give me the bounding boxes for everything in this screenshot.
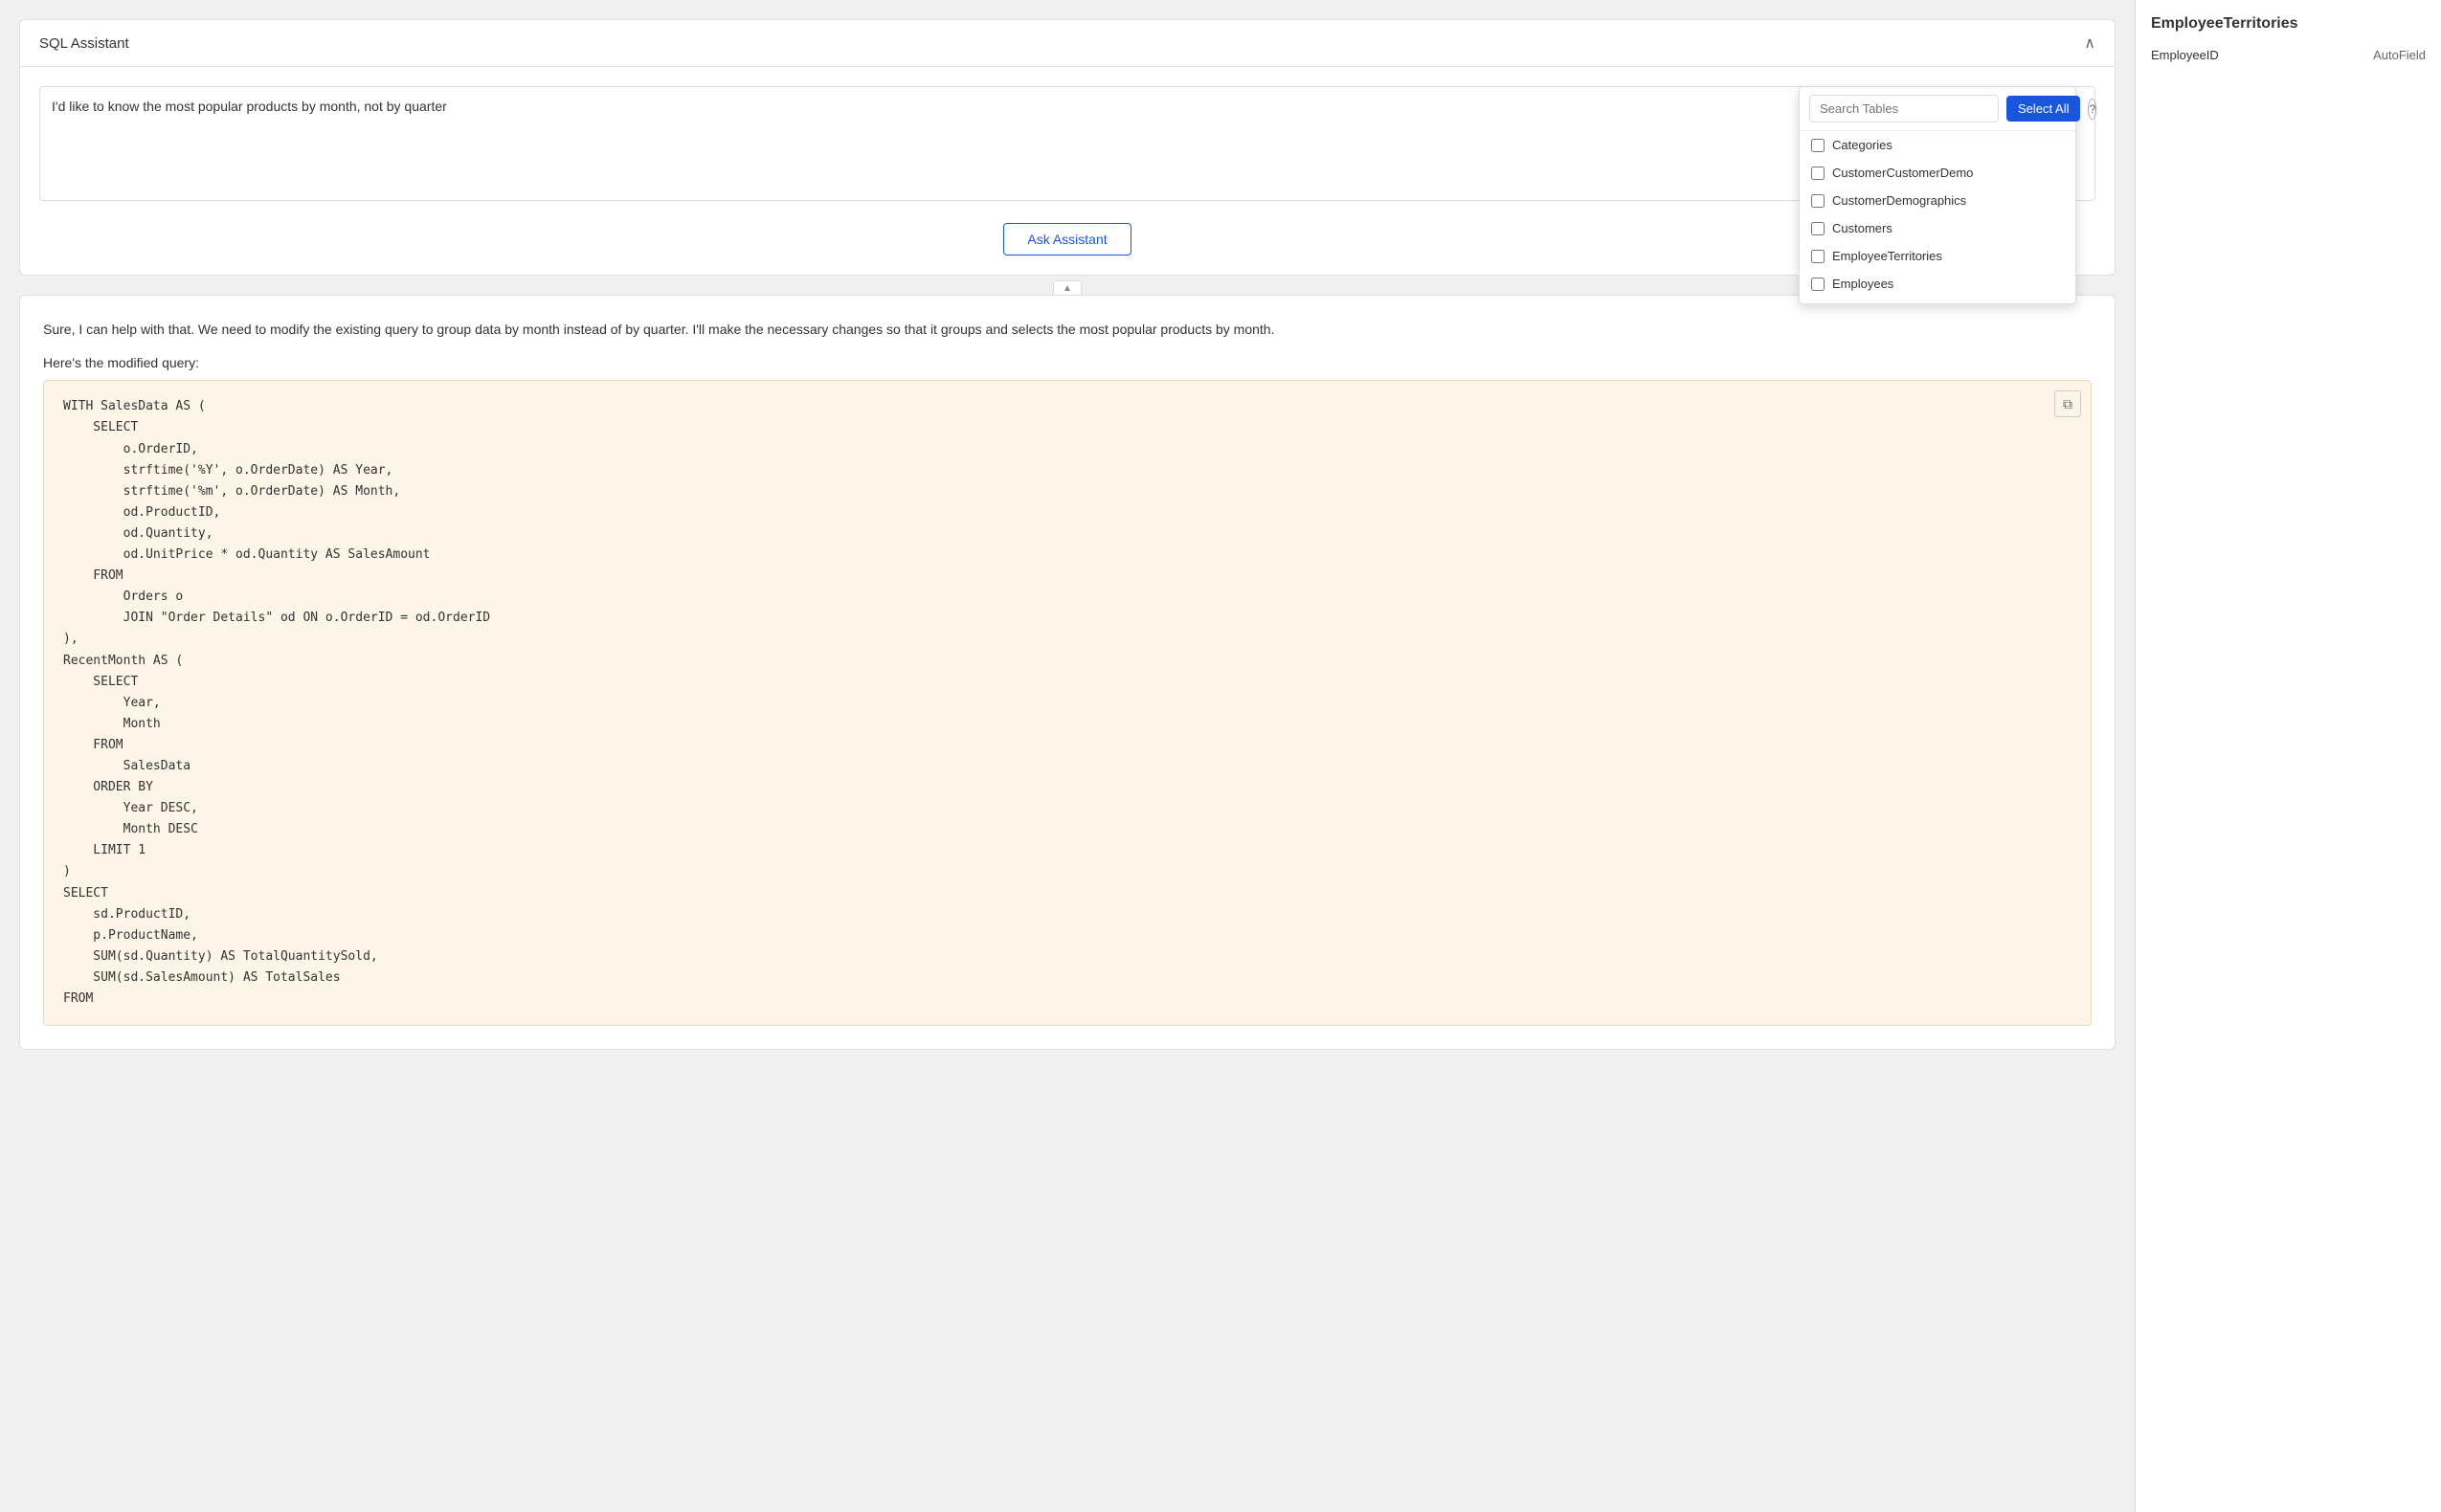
collapse-icon[interactable]: ∧ <box>2084 33 2095 53</box>
table-name-customercustomerdemo: CustomerCustomerDemo <box>1832 166 1973 180</box>
table-checkbox-employeeterritories[interactable] <box>1811 250 1825 263</box>
table-name-customers: Customers <box>1832 221 1892 235</box>
field-name-employeeid: EmployeeID <box>2151 48 2219 62</box>
sql-assistant-title: SQL Assistant <box>39 35 129 52</box>
code-content: WITH SalesData AS ( SELECT o.OrderID, st… <box>63 396 2071 1010</box>
dropdown-header: Select All ? <box>1800 87 2075 131</box>
field-type-employeeid: AutoField <box>2373 48 2426 62</box>
copy-code-button[interactable]: ⧉ <box>2054 390 2081 417</box>
table-item-employeeterritories[interactable]: EmployeeTerritories <box>1800 242 2075 270</box>
sql-assistant-body: I'd like to know the most popular produc… <box>20 67 2115 275</box>
table-name-categories: Categories <box>1832 138 1892 152</box>
table-checkbox-customers[interactable] <box>1811 222 1825 235</box>
modified-query-label: Here's the modified query: <box>43 355 2092 370</box>
table-item-customercustomerdemo[interactable]: CustomerCustomerDemo <box>1800 159 2075 187</box>
response-panel: ▲ Sure, I can help with that. We need to… <box>19 295 2116 1050</box>
table-list: Categories CustomerCustomerDemo Customer… <box>1800 131 2075 303</box>
table-name-employeeterritories: EmployeeTerritories <box>1832 249 1942 263</box>
table-dropdown: Select All ? Categories CustomerCustomer… <box>1799 86 2076 304</box>
search-tables-input[interactable] <box>1809 95 1999 122</box>
select-all-button[interactable]: Select All <box>2006 96 2080 122</box>
table-item-employees[interactable]: Employees <box>1800 270 2075 298</box>
input-area-wrapper: I'd like to know the most popular produc… <box>39 86 2095 204</box>
table-item-categories[interactable]: Categories <box>1800 131 2075 159</box>
ask-assistant-button[interactable]: Ask Assistant <box>1003 223 1131 256</box>
table-item-customerdemographics[interactable]: CustomerDemographics <box>1800 187 2075 214</box>
table-checkbox-employees[interactable] <box>1811 278 1825 291</box>
scroll-up-indicator[interactable]: ▲ <box>1053 280 1082 296</box>
main-content: SQL Assistant ∧ I'd like to know the mos… <box>0 0 2135 1512</box>
table-checkbox-categories[interactable] <box>1811 139 1825 152</box>
table-checkbox-customerdemographics[interactable] <box>1811 194 1825 208</box>
ask-btn-row: Ask Assistant <box>39 223 2095 256</box>
help-button[interactable]: ? <box>2088 99 2096 120</box>
right-panel-title: EmployeeTerritories <box>2151 15 2426 33</box>
sql-assistant-panel: SQL Assistant ∧ I'd like to know the mos… <box>19 19 2116 276</box>
sql-assistant-header: SQL Assistant ∧ <box>20 20 2115 67</box>
code-block: ⧉ WITH SalesData AS ( SELECT o.OrderID, … <box>43 380 2092 1026</box>
field-row-employeeid: EmployeeID AutoField <box>2151 44 2426 66</box>
table-name-employees: Employees <box>1832 277 1893 291</box>
response-text: Sure, I can help with that. We need to m… <box>43 319 2092 340</box>
page-wrapper: SQL Assistant ∧ I'd like to know the mos… <box>0 0 2441 1512</box>
table-checkbox-customercustomerdemo[interactable] <box>1811 167 1825 180</box>
query-textarea[interactable]: I'd like to know the most popular produc… <box>39 86 2095 201</box>
right-panel: EmployeeTerritories EmployeeID AutoField <box>2135 0 2441 1512</box>
table-item-customers[interactable]: Customers <box>1800 214 2075 242</box>
table-name-customerdemographics: CustomerDemographics <box>1832 193 1966 208</box>
table-item-orderdetails[interactable]: Order Details... <box>1800 298 2075 303</box>
